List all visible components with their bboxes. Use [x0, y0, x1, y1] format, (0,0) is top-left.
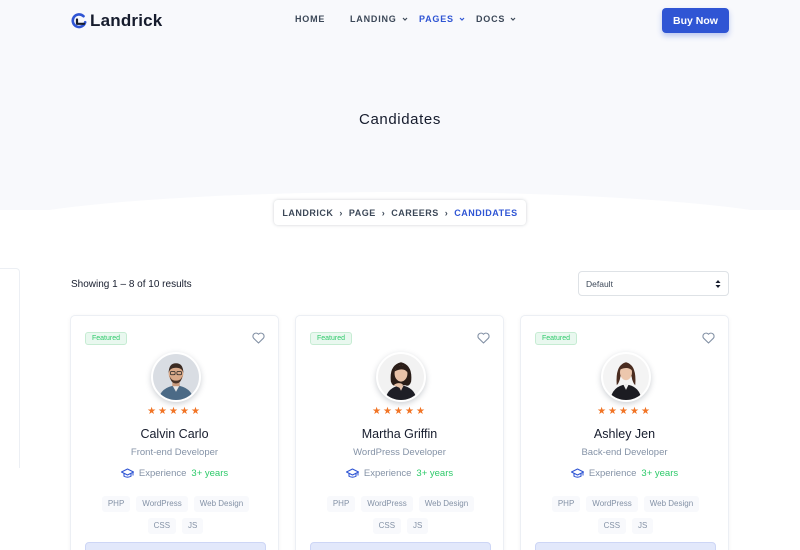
avatar-image	[378, 354, 424, 400]
page-title: Candidates	[359, 111, 441, 128]
rating-stars: ★★★★★	[597, 406, 652, 417]
breadcrumb-item-candidates: CANDIDATES	[454, 207, 518, 218]
nav-item-label: PAGES	[419, 14, 454, 24]
candidate-role: WordPress Developer	[353, 447, 446, 458]
avatar[interactable]	[151, 352, 201, 402]
skill-tag[interactable]: WordPress	[361, 496, 413, 512]
experience-label: Experience	[588, 468, 637, 479]
skill-tag[interactable]: WordPress	[586, 496, 638, 512]
skill-tag[interactable]: PHP	[551, 496, 581, 512]
graduation-cap-icon	[120, 468, 134, 478]
candidate-name[interactable]: Martha Griffin	[296, 427, 503, 441]
heart-icon[interactable]	[252, 332, 265, 344]
nav-item-home[interactable]: HOME	[295, 14, 325, 24]
candidate-name[interactable]: Calvin Carlo	[71, 427, 278, 441]
skill-tag[interactable]: JS	[182, 518, 204, 534]
experience-label: Experience	[138, 468, 187, 479]
skill-tag[interactable]: Web Design	[643, 496, 700, 512]
graduation-cap-icon	[345, 468, 359, 478]
candidate-role: Back-end Developer	[581, 447, 668, 458]
side-panel-edge	[0, 268, 20, 468]
chevron-right-icon: ›	[381, 207, 386, 218]
skill-tag[interactable]: Web Design	[418, 496, 475, 512]
candidate-experience: Experience 3+ years	[521, 468, 728, 479]
nav-item-landing[interactable]: LANDING	[350, 14, 408, 24]
nav-item-label: HOME	[295, 14, 326, 24]
sort-arrows-icon	[715, 280, 721, 288]
chevron-down-icon	[402, 17, 408, 21]
avatar[interactable]	[601, 352, 651, 402]
candidate-card[interactable]: Featured ★★★★★ Ashley Jen Back-end Devel…	[520, 315, 729, 550]
experience-value: 3+ years	[641, 468, 679, 479]
skill-tags: PHP WordPress Web Design CSS JS	[539, 496, 712, 534]
experience-value: 3+ years	[416, 468, 454, 479]
skill-tag[interactable]: CSS	[597, 518, 627, 534]
candidate-experience: Experience 3+ years	[71, 468, 278, 479]
featured-badge: Featured	[535, 332, 578, 345]
chevron-down-icon	[459, 17, 465, 21]
featured-badge: Featured	[310, 332, 353, 345]
results-count: Showing 1 – 8 of 10 results	[71, 279, 192, 290]
skill-tag[interactable]: PHP	[326, 496, 356, 512]
nav-item-docs[interactable]: DOCS	[476, 14, 516, 24]
profile-button[interactable]	[310, 542, 491, 550]
nav-item-pages[interactable]: PAGES	[419, 14, 465, 24]
avatar[interactable]	[376, 352, 426, 402]
profile-button[interactable]	[85, 542, 266, 550]
chevron-right-icon: ›	[444, 207, 449, 218]
sort-select[interactable]: Default	[578, 271, 729, 296]
profile-button[interactable]	[535, 542, 716, 550]
candidate-card[interactable]: Featured ★★★★★ Martha Griffin WordPress …	[295, 315, 504, 550]
experience-value: 3+ years	[191, 468, 229, 479]
chevron-right-icon: ›	[339, 207, 343, 218]
experience-label: Experience	[363, 468, 412, 479]
skill-tag[interactable]: JS	[632, 518, 654, 534]
skill-tags: PHP WordPress Web Design CSS JS	[314, 496, 487, 534]
nav-item-label: LANDING	[350, 14, 397, 24]
skill-tag[interactable]: Web Design	[193, 496, 250, 512]
rating-stars: ★★★★★	[147, 406, 202, 417]
breadcrumb-item-page[interactable]: PAGE	[349, 208, 376, 218]
avatar-image	[603, 354, 649, 400]
skill-tag[interactable]: JS	[407, 518, 429, 534]
breadcrumb-item-careers[interactable]: CAREERS	[391, 208, 439, 218]
breadcrumb-item-landrick[interactable]: LANDRICK	[282, 208, 333, 218]
skill-tag[interactable]: CSS	[372, 518, 402, 534]
candidate-card[interactable]: Featured ★★★★★ Calvin Carlo Front-end De…	[70, 315, 279, 550]
skill-tag[interactable]: WordPress	[136, 496, 188, 512]
sort-select-value: Default	[586, 278, 613, 289]
skill-tags: PHP WordPress Web Design CSS JS	[89, 496, 262, 534]
avatar-image	[153, 354, 199, 400]
skill-tag[interactable]: CSS	[147, 518, 177, 534]
candidate-role: Front-end Developer	[130, 447, 219, 458]
featured-badge: Featured	[85, 332, 128, 345]
skill-tag[interactable]: PHP	[101, 496, 131, 512]
breadcrumb: LANDRICK › PAGE › CAREERS › CANDIDATES	[274, 200, 526, 225]
graduation-cap-icon	[570, 468, 584, 478]
top-navbar: Landrick HOME LANDING PAGES DOCS Buy Now	[0, 0, 800, 42]
chevron-down-icon	[510, 17, 516, 21]
nav-item-label: DOCS	[476, 14, 506, 24]
heart-icon[interactable]	[477, 332, 490, 344]
buy-now-button[interactable]: Buy Now	[662, 8, 729, 33]
heart-icon[interactable]	[702, 332, 715, 344]
candidate-name[interactable]: Ashley Jen	[521, 427, 728, 441]
candidate-experience: Experience 3+ years	[296, 468, 503, 479]
rating-stars: ★★★★★	[372, 406, 427, 417]
